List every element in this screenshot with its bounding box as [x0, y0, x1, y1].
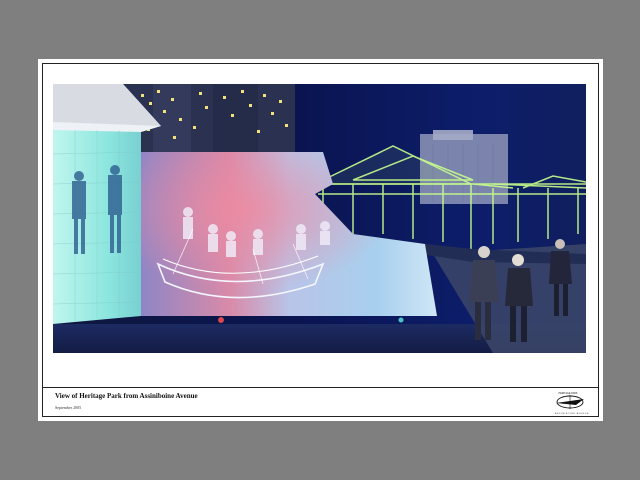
caption-divider — [42, 387, 599, 388]
logo-bottom-text: ASSINIBOINE AVENUE — [555, 412, 589, 415]
park-rendering — [53, 84, 586, 353]
rendering-illustration — [53, 84, 586, 353]
logo-top-text: HERITAGE PARK — [558, 392, 577, 395]
compass-logo-icon: HERITAGE PARK ASSINIBOINE AVENUE — [544, 387, 600, 417]
caption-date: September 2005 — [55, 405, 82, 410]
caption-title: View of Heritage Park from Assiniboine A… — [55, 392, 198, 400]
presentation-sheet: View of Heritage Park from Assiniboine A… — [38, 59, 603, 421]
